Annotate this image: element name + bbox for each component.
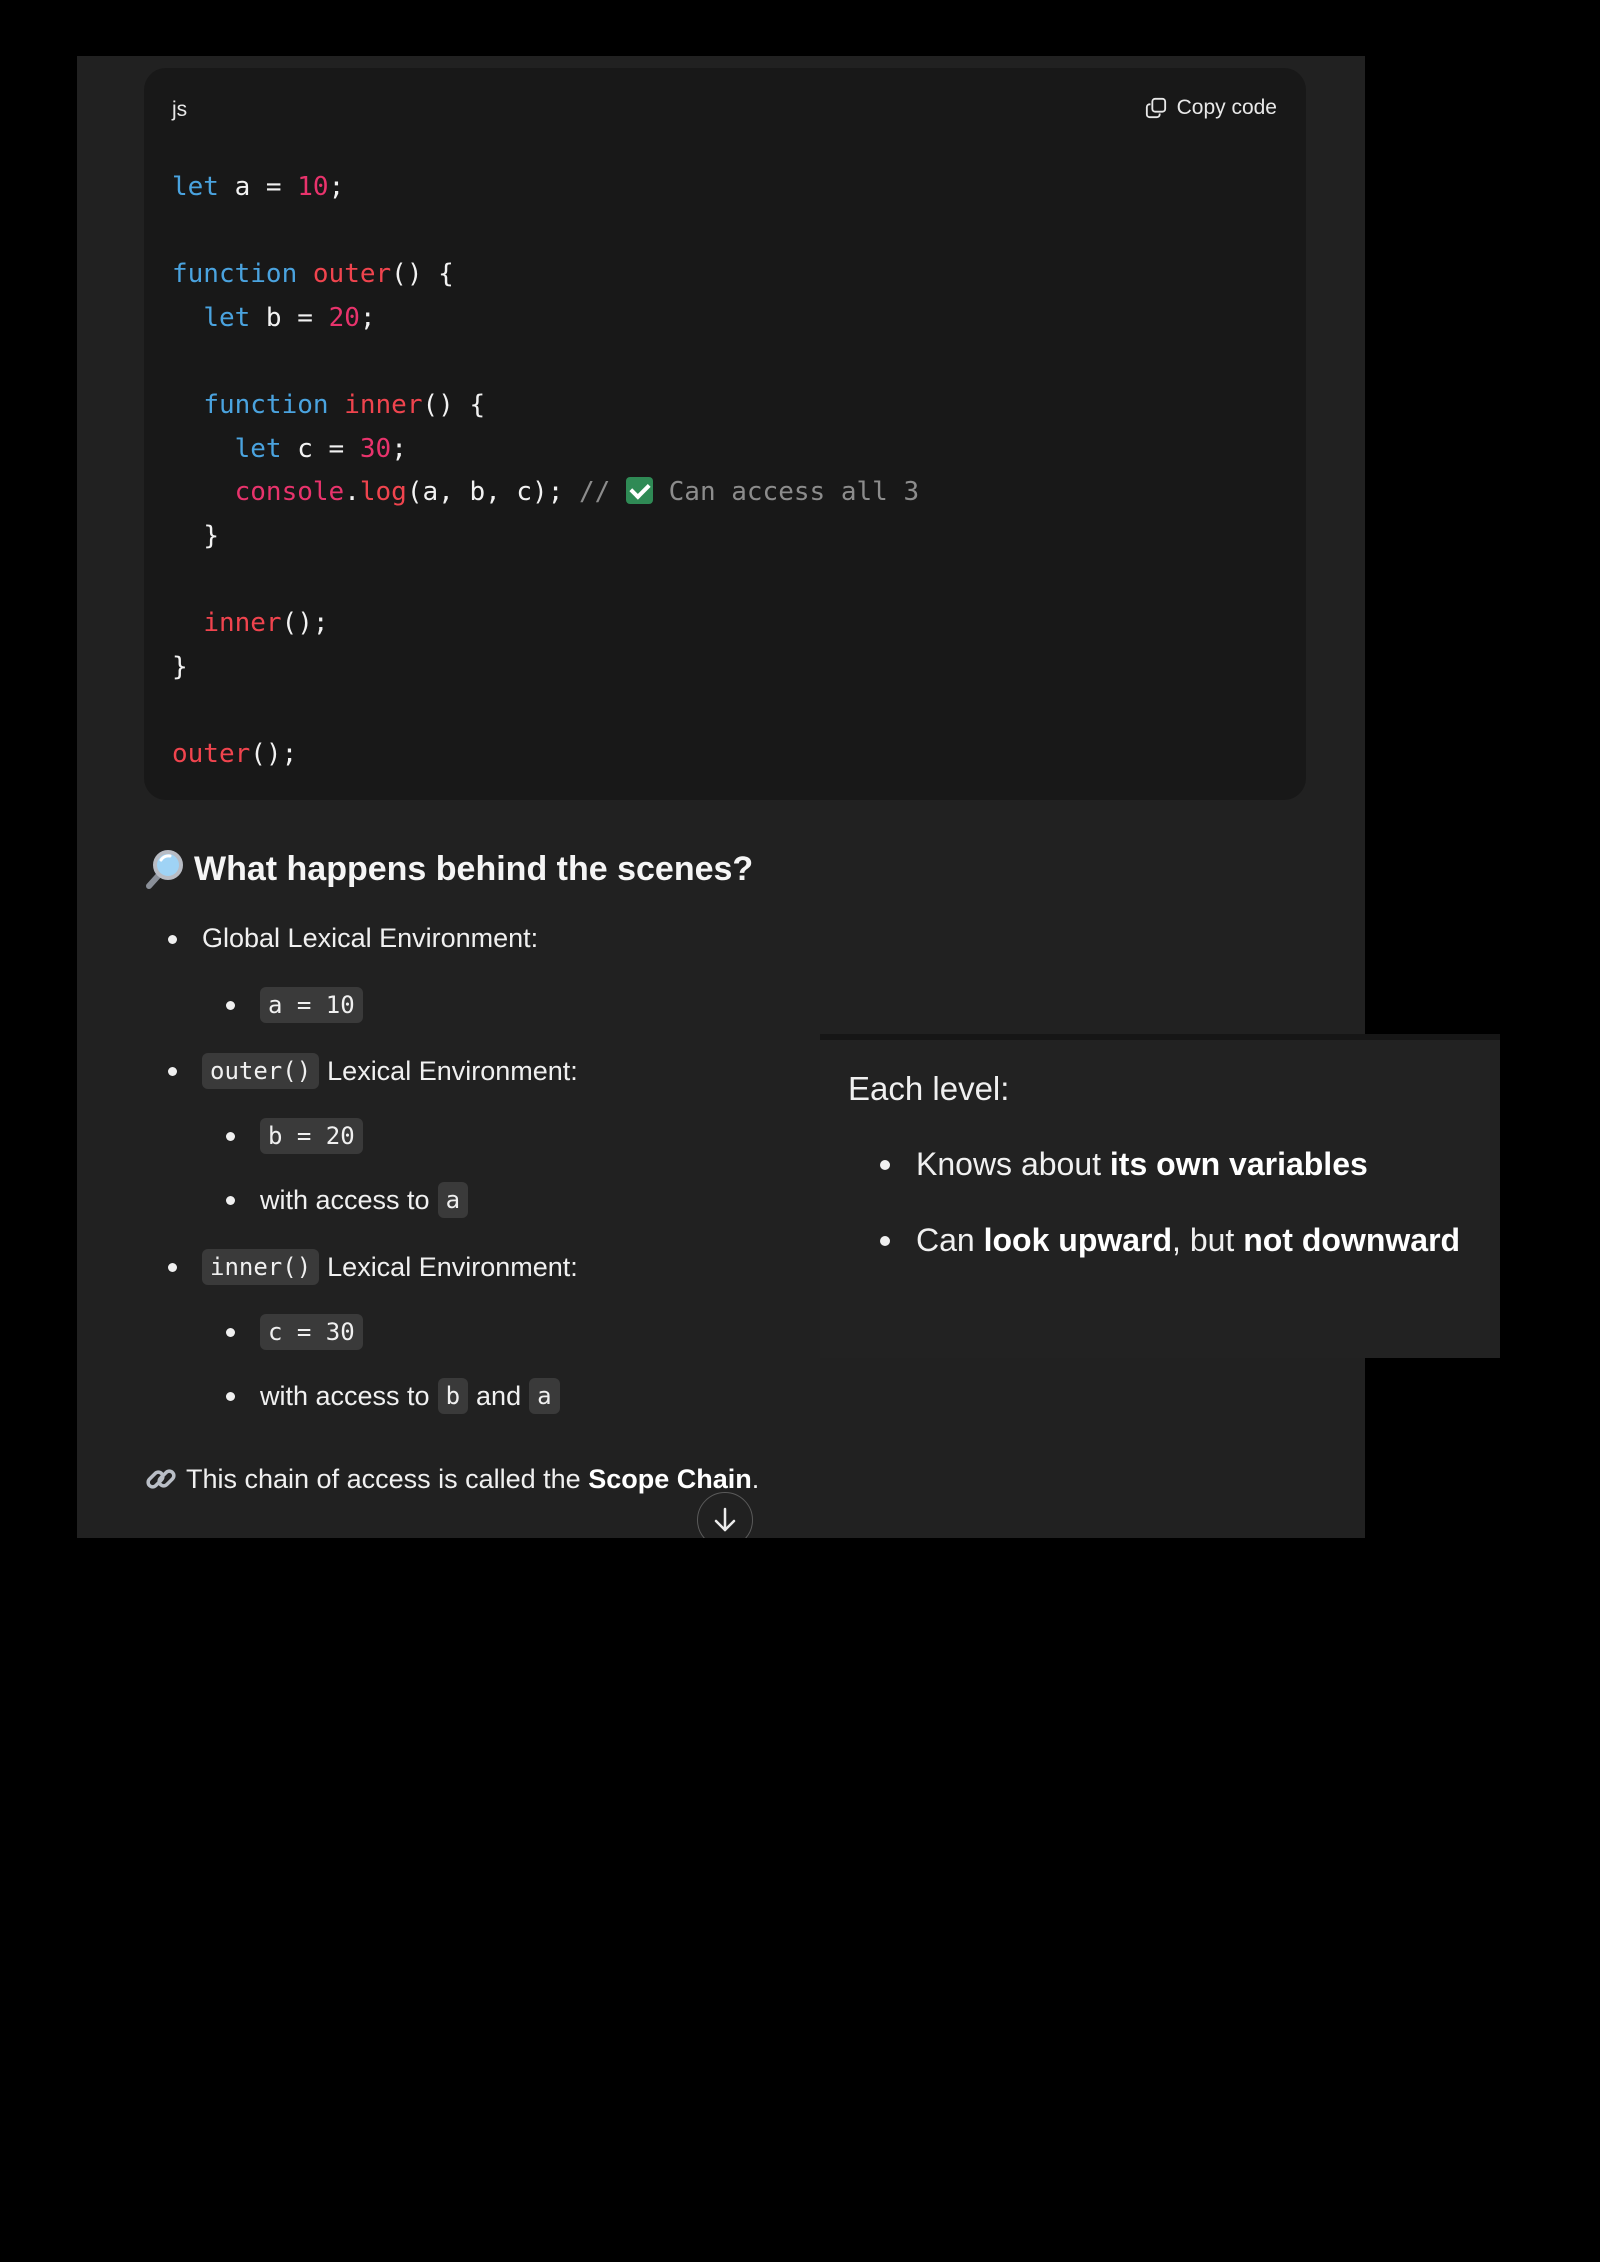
section-heading-text: What happens behind the scenes? — [194, 849, 754, 888]
code-token: b = — [250, 302, 329, 333]
code-token: let — [172, 172, 219, 202]
list-item-inner-access: with access to b and a — [226, 1378, 568, 1414]
code-line: function outer() { — [172, 253, 919, 297]
code-token: let — [203, 302, 251, 333]
list-item-outer: outer() Lexical Environment: — [168, 1053, 578, 1089]
footer-period: . — [751, 1463, 760, 1494]
overlay-bold: look upward — [983, 1222, 1173, 1258]
inline-code: c = 30 — [260, 1314, 363, 1350]
code-token: (); — [281, 607, 329, 638]
inline-code: b = 20 — [260, 1118, 363, 1154]
inline-code: inner() — [202, 1249, 320, 1285]
code-token: 20 — [328, 302, 360, 333]
code-token: ; — [328, 172, 345, 202]
code-line: function inner() { — [172, 384, 919, 428]
list-item-inner-var: c = 30 — [226, 1314, 371, 1350]
code-token: ; — [391, 433, 407, 464]
code-line: outer(); — [172, 733, 919, 777]
code-line: } — [172, 515, 919, 559]
code-token: a = — [218, 172, 298, 202]
code-content: let a = 10; function outer() { let b = 20… — [172, 166, 919, 776]
scroll-to-bottom-button[interactable] — [697, 1492, 753, 1538]
magnifying-glass-icon — [146, 850, 183, 889]
access-and: and — [476, 1380, 522, 1411]
arrow-down-icon — [714, 1507, 736, 1532]
code-line: let b = 20; — [172, 297, 919, 341]
check-mark-icon — [625, 477, 653, 505]
scope-chain-term: Scope Chain — [588, 1463, 752, 1494]
scope-chain-note: This chain of access is called the Scope… — [144, 1462, 759, 1496]
code-token: ; — [359, 302, 376, 333]
code-token: outer — [172, 738, 251, 769]
overlay-title: Each level: — [848, 1070, 1010, 1107]
inline-code: b — [437, 1378, 469, 1414]
overlay-item-own-variables: Knows about its own variables — [880, 1146, 1368, 1183]
overlay-bold: not downward — [1243, 1222, 1461, 1258]
code-token: log — [359, 477, 407, 508]
code-token: . — [344, 477, 360, 508]
code-line: let c = 30; — [172, 428, 919, 472]
code-token: function — [172, 259, 298, 290]
code-token: inner — [344, 389, 423, 420]
code-token: (a, b, c); — [406, 477, 580, 508]
code-token: console — [234, 477, 345, 508]
section-heading: What happens behind the scenes? — [144, 848, 753, 890]
code-token: (); — [250, 738, 298, 769]
inline-code: a — [529, 1378, 560, 1414]
code-token: } — [172, 651, 188, 682]
code-line: } — [172, 646, 919, 690]
copy-code-label: Copy code — [1176, 96, 1277, 119]
copy-code-button[interactable]: Copy code — [1145, 96, 1277, 120]
overlay-card: Each level: Knows about its own variable… — [820, 1034, 1500, 1358]
code-token: c = — [281, 433, 360, 464]
link-icon — [146, 1469, 176, 1489]
list-item-global: Global Lexical Environment: — [167, 923, 539, 954]
code-token: Can access all 3 — [652, 477, 920, 508]
code-line: let a = 10; — [172, 166, 919, 210]
overlay-text: , but — [1172, 1222, 1235, 1258]
code-token: inner — [203, 607, 282, 638]
global-env-label: Global Lexical Environment: — [202, 923, 539, 953]
footer-text: This chain of access is called the — [186, 1463, 581, 1494]
code-token: outer — [312, 259, 392, 290]
inline-code: a — [437, 1182, 469, 1218]
copy-icon — [1145, 97, 1166, 119]
code-language-label: js — [172, 98, 188, 121]
code-token: } — [203, 520, 219, 551]
outer-env-label: Lexical Environment: — [327, 1055, 578, 1086]
list-item-outer-var: b = 20 — [226, 1118, 371, 1154]
code-token: () { — [391, 259, 454, 290]
code-line: console.log(a, b, c); // Can access all … — [172, 471, 919, 515]
overlay-item-direction: Can look upward, but not downward — [879, 1222, 1461, 1259]
list-item-inner: inner() Lexical Environment: — [168, 1249, 578, 1285]
overlay-text: Knows about — [916, 1146, 1102, 1182]
overlay-text: Can — [916, 1222, 975, 1258]
code-token: () { — [422, 389, 486, 420]
code-token: 10 — [297, 172, 329, 202]
access-text: with access to — [260, 1380, 430, 1411]
code-token: let — [234, 433, 282, 464]
inner-env-label: Lexical Environment: — [327, 1251, 578, 1282]
code-block: js Copy code let a = 10; function outer()… — [144, 68, 1306, 800]
code-token: function — [203, 389, 329, 420]
inline-code: outer() — [202, 1053, 320, 1089]
inline-code: a = 10 — [260, 987, 363, 1023]
code-token: 30 — [359, 433, 392, 464]
code-token: // — [579, 477, 626, 508]
code-line: inner(); — [172, 602, 919, 646]
access-text: with access to — [260, 1184, 430, 1215]
list-item-outer-access: with access to a — [225, 1182, 476, 1218]
list-item-global-var: a = 10 — [226, 987, 371, 1023]
overlay-bold: its own variables — [1109, 1146, 1368, 1182]
